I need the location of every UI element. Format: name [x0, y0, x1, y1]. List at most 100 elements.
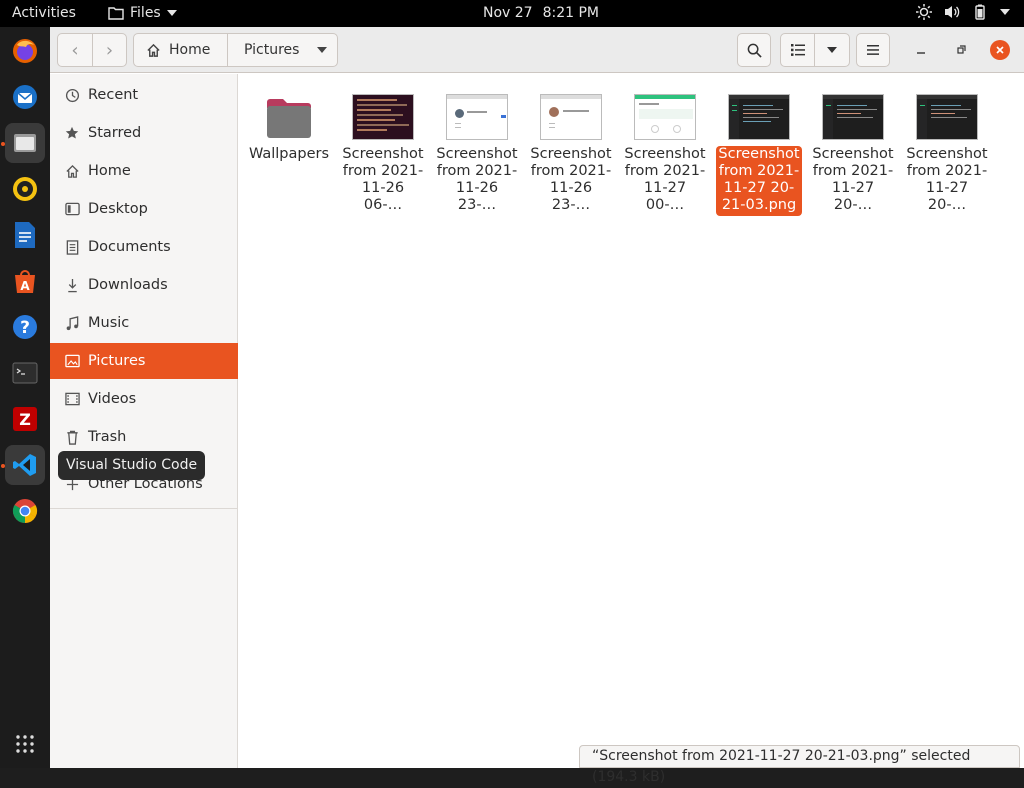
- volume-icon: [945, 6, 960, 18]
- folder-icon: [265, 96, 313, 140]
- file-item[interactable]: Screenshot from 2021-11-26 23-…: [528, 94, 614, 214]
- back-button[interactable]: ‹: [58, 34, 92, 66]
- chevron-down-icon: [827, 47, 837, 53]
- forward-button[interactable]: ›: [91, 34, 126, 66]
- system-tray[interactable]: [916, 4, 1010, 20]
- clock-date: Nov 27: [483, 5, 533, 21]
- selection-status: “Screenshot from 2021-11-27 20-21-03.png…: [579, 745, 1020, 785]
- firefox-icon: [13, 39, 37, 63]
- file-label: Screenshot from 2021-11-27 20-…: [906, 146, 988, 213]
- clock[interactable]: Nov 27 8:21 PM: [483, 5, 599, 21]
- files-launcher[interactable]: [5, 123, 45, 163]
- battery-icon: [975, 4, 985, 20]
- file-label: Screenshot from 2021-11-26 23-…: [436, 146, 518, 213]
- sidebar-item-downloads[interactable]: Downloads: [50, 267, 238, 303]
- list-view-button[interactable]: [781, 34, 816, 66]
- search-button[interactable]: [737, 33, 771, 67]
- vscode-launcher[interactable]: [5, 445, 45, 485]
- sidebar-item-trash[interactable]: Trash: [50, 419, 238, 455]
- terminal-launcher[interactable]: [5, 353, 45, 393]
- brightness-icon: [916, 4, 932, 20]
- file-label: Screenshot from 2021-11-27 20-21-03.png: [716, 146, 802, 216]
- thunderbird-launcher[interactable]: [5, 77, 45, 117]
- sidebar-item-videos[interactable]: Videos: [50, 381, 238, 417]
- sidebar-item-label: Starred: [88, 125, 142, 141]
- thunderbird-icon: [13, 85, 37, 109]
- view-options: [780, 33, 850, 67]
- document-icon: [64, 239, 80, 255]
- chrome-icon: [12, 499, 38, 523]
- clock-icon: [64, 87, 80, 103]
- file-item[interactable]: Screenshot from 2021-11-26 06-…: [340, 94, 426, 214]
- sidebar-item-label: Desktop: [88, 201, 148, 217]
- help-icon: ?: [13, 315, 37, 339]
- terminal-icon: [12, 362, 38, 384]
- main-menu-button[interactable]: [856, 33, 890, 67]
- sidebar-item-label: Pictures: [88, 353, 146, 369]
- software-launcher[interactable]: A: [5, 261, 45, 301]
- sidebar-item-documents[interactable]: Documents: [50, 229, 238, 265]
- activities-button[interactable]: Activities: [12, 5, 76, 21]
- file-item[interactable]: Wallpapers: [246, 94, 332, 163]
- sidebar-item-recent[interactable]: Recent: [50, 77, 238, 113]
- running-indicator: [1, 142, 5, 146]
- file-item[interactable]: Screenshot from 2021-11-27 20-…: [810, 94, 896, 214]
- file-item[interactable]: Screenshot from 2021-11-27 20-…: [904, 94, 990, 214]
- chrome-launcher[interactable]: [5, 491, 45, 531]
- minimize-button[interactable]: [912, 41, 930, 59]
- places-sidebar: Recent Starred Home Desktop Documents Do…: [50, 74, 238, 768]
- file-item[interactable]: Screenshot from 2021-11-26 23-…: [434, 94, 520, 214]
- sidebar-item-label: Downloads: [88, 277, 168, 293]
- music-icon: [64, 315, 80, 331]
- desktop-icon: [64, 201, 80, 217]
- file-label: Screenshot from 2021-11-27 20-…: [812, 146, 894, 213]
- path-segment-home[interactable]: Home: [134, 34, 227, 66]
- app-menu[interactable]: Files: [108, 5, 177, 21]
- files-icon: [14, 134, 36, 152]
- vscode-icon: [13, 454, 36, 476]
- path-segment-pictures[interactable]: Pictures: [227, 34, 337, 66]
- navigation-buttons: ‹ ›: [57, 33, 127, 67]
- file-grid: Wallpapers Screenshot from 2021-11-26 06…: [239, 74, 1024, 768]
- file-label: Screenshot from 2021-11-26 23-…: [530, 146, 612, 213]
- help-launcher[interactable]: ?: [5, 307, 45, 347]
- sidebar-item-pictures[interactable]: Pictures: [50, 343, 238, 379]
- header-bar: ‹ › Home Pictures: [50, 27, 1024, 73]
- show-apps-button[interactable]: [5, 724, 45, 764]
- view-dropdown-button[interactable]: [815, 34, 849, 66]
- app-menu-label: Files: [130, 5, 161, 21]
- download-icon: [64, 277, 80, 293]
- filezilla-icon: Z: [13, 407, 37, 431]
- image-thumbnail: [446, 94, 508, 140]
- writer-launcher[interactable]: [5, 215, 45, 255]
- sidebar-item-music[interactable]: Music: [50, 305, 238, 341]
- dock: A ? Z: [0, 27, 50, 768]
- hamburger-icon: [867, 45, 879, 55]
- chevron-down-icon: [317, 47, 328, 53]
- restore-icon: [957, 45, 966, 54]
- close-icon: [996, 46, 1004, 54]
- trash-icon: [64, 429, 80, 445]
- chevron-right-icon: ›: [105, 39, 114, 61]
- list-view-icon: [790, 44, 805, 56]
- image-thumbnail: [822, 94, 884, 140]
- sidebar-item-home[interactable]: Home: [50, 153, 238, 189]
- file-item[interactable]: Screenshot from 2021-11-27 00-…: [622, 94, 708, 214]
- folder-icon: [108, 7, 124, 20]
- clock-time: 8:21 PM: [542, 5, 600, 21]
- software-center-icon: A: [15, 270, 35, 293]
- sidebar-item-label: Trash: [88, 429, 127, 445]
- rhythmbox-launcher[interactable]: [5, 169, 45, 209]
- sidebar-item-desktop[interactable]: Desktop: [50, 191, 238, 227]
- search-icon: [747, 43, 762, 58]
- path-segment-label: Pictures: [244, 42, 300, 58]
- file-item-selected[interactable]: Screenshot from 2021-11-27 20-21-03.png: [716, 94, 802, 216]
- close-button[interactable]: [990, 40, 1010, 60]
- firefox-launcher[interactable]: [5, 31, 45, 71]
- chevron-down-icon: [1000, 9, 1010, 15]
- filezilla-launcher[interactable]: Z: [5, 399, 45, 439]
- sidebar-item-starred[interactable]: Starred: [50, 115, 238, 151]
- image-thumbnail: [728, 94, 790, 140]
- minimize-icon: [917, 52, 925, 54]
- maximize-button[interactable]: [952, 41, 970, 59]
